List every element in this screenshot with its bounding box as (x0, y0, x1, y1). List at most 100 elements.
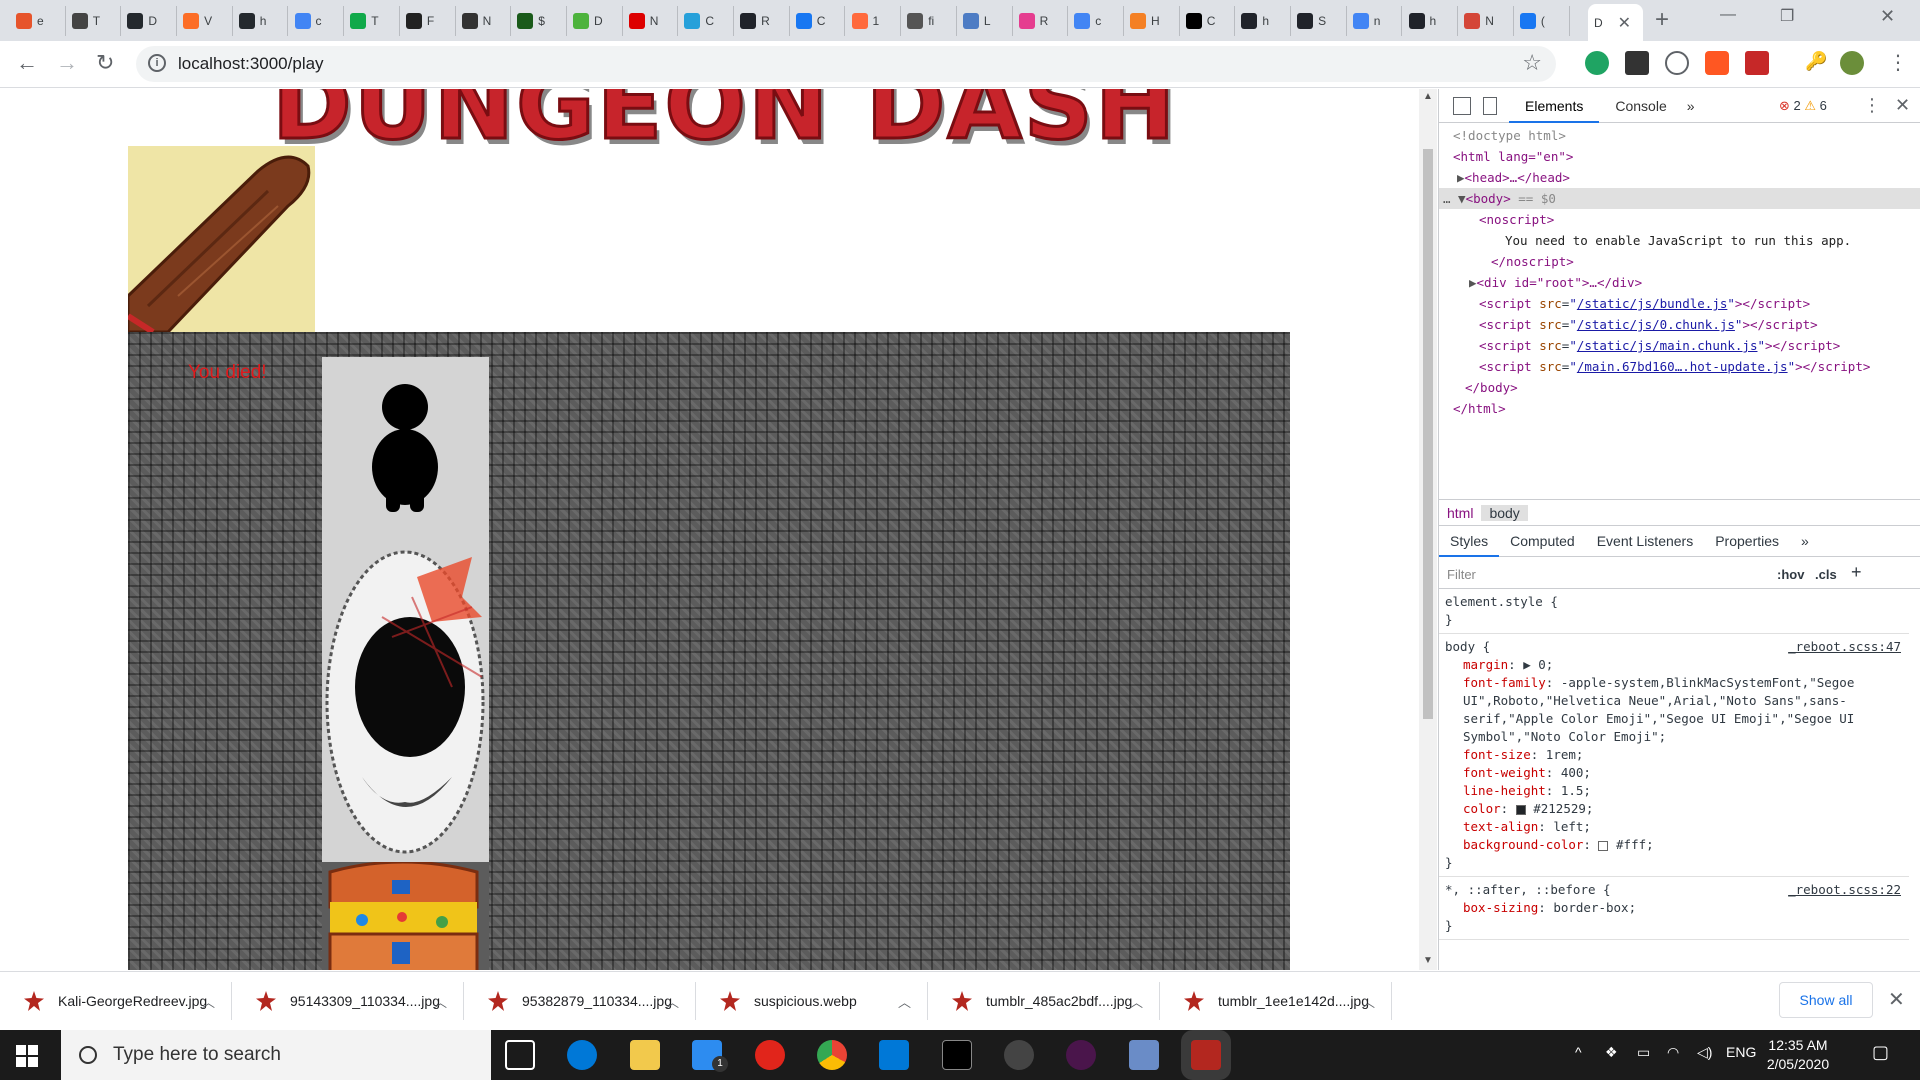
download-item[interactable]: tumblr_485ac2bdf....jpg ︿ (928, 982, 1160, 1020)
extension-icon[interactable] (1745, 51, 1769, 75)
browser-tab[interactable]: e (10, 6, 66, 36)
css-property[interactable]: color: #212529; (1445, 800, 1903, 818)
inspect-icon[interactable] (1453, 96, 1471, 115)
browser-tab[interactable]: D (567, 6, 623, 36)
browser-tab[interactable]: C (790, 6, 846, 36)
dom-row[interactable]: ▶<div id="root">…</div> (1439, 272, 1920, 293)
address-bar[interactable]: i localhost:3000/play ☆ (136, 46, 1556, 82)
browser-tab[interactable]: N (1458, 6, 1514, 36)
browser-tab[interactable]: c (289, 6, 345, 36)
downloads-close-icon[interactable]: ✕ (1888, 987, 1905, 1012)
script-src-link[interactable]: /static/js/bundle.js (1577, 296, 1728, 311)
css-property[interactable]: background-color: #fff; (1445, 836, 1903, 854)
browser-tab[interactable]: V (177, 6, 233, 36)
slack-icon[interactable] (1066, 1040, 1096, 1070)
filter-input[interactable]: Filter (1447, 567, 1476, 582)
dropbox-icon[interactable]: ❖ (1605, 1044, 1618, 1061)
browser-tab[interactable]: R (734, 6, 790, 36)
dom-row[interactable]: <noscript> (1439, 209, 1920, 230)
rule-element-style[interactable]: element.style { } (1439, 589, 1909, 634)
script-src-link[interactable]: /main.67bd160….hot-update.js (1577, 359, 1788, 374)
browser-tab[interactable]: R (1013, 6, 1069, 36)
extension-icon[interactable] (1585, 51, 1609, 75)
dom-row[interactable]: You need to enable JavaScript to run thi… (1439, 230, 1920, 251)
rule-body[interactable]: body { _reboot.scss:47 margin: ▶ 0; font-… (1439, 634, 1909, 877)
tab-event-listeners[interactable]: Event Listeners (1586, 525, 1705, 557)
css-property[interactable]: line-height: 1.5; (1445, 782, 1903, 800)
opera-icon[interactable] (755, 1040, 785, 1070)
player-tile[interactable] (322, 357, 489, 537)
dom-row[interactable]: <script src="/static/js/0.chunk.js"></sc… (1439, 314, 1920, 335)
language-indicator[interactable]: ENG (1726, 1044, 1756, 1060)
more-tabs-icon[interactable]: » (1683, 89, 1699, 123)
app-s-icon[interactable] (1004, 1040, 1034, 1070)
notifications-icon[interactable]: ▢ (1872, 1042, 1889, 1063)
css-property[interactable]: font-weight: 400; (1445, 764, 1903, 782)
tab-active[interactable]: D ✕ (1588, 4, 1643, 41)
dom-row-selected[interactable]: … ▼<body> == $0 (1439, 188, 1920, 209)
color-swatch[interactable] (1515, 804, 1526, 815)
tab-computed[interactable]: Computed (1499, 525, 1586, 557)
wifi-icon[interactable]: ◠ (1667, 1044, 1679, 1061)
browser-menu-icon[interactable]: ⋮ (1888, 50, 1908, 75)
browser-tab[interactable]: h (1235, 6, 1292, 36)
dom-row[interactable]: ▶<head>…</head> (1439, 167, 1920, 188)
new-tab-button[interactable]: + (1655, 8, 1669, 32)
file-explorer-icon[interactable] (630, 1040, 660, 1070)
script-src-link[interactable]: /static/js/main.chunk.js (1577, 338, 1758, 353)
dom-row[interactable]: <script src="/static/js/main.chunk.js"><… (1439, 335, 1920, 356)
dom-row[interactable]: </html> (1439, 398, 1920, 419)
css-property[interactable]: text-align: left; (1445, 818, 1903, 836)
back-button[interactable]: ← (16, 51, 38, 75)
scroll-down-icon[interactable]: ▼ (1423, 955, 1433, 966)
task-view-icon[interactable] (505, 1040, 535, 1070)
chevron-up-icon[interactable]: ︿ (1130, 992, 1143, 1011)
browser-tab[interactable]: H (1124, 6, 1180, 36)
browser-tab[interactable]: h (233, 6, 289, 36)
tab-styles[interactable]: Styles (1439, 525, 1500, 557)
monster-tile[interactable] (322, 537, 489, 862)
browser-tab[interactable]: C (678, 6, 735, 36)
minimize-icon[interactable]: — (1720, 6, 1736, 24)
dom-row[interactable]: <script src="/static/js/bundle.js"></scr… (1439, 293, 1920, 314)
dom-row[interactable]: <html lang="en"> (1439, 146, 1920, 167)
tab-properties[interactable]: Properties (1704, 525, 1790, 557)
chrome-icon[interactable] (817, 1040, 847, 1070)
browser-tab[interactable]: N (456, 6, 512, 36)
browser-tab[interactable]: c (1068, 6, 1124, 36)
breadcrumb-html[interactable]: html (1439, 505, 1481, 521)
dom-row[interactable]: <script src="/main.67bd160….hot-update.j… (1439, 356, 1920, 377)
scroll-up-icon[interactable]: ▲ (1423, 91, 1433, 102)
more-tabs-icon[interactable]: » (1790, 525, 1820, 557)
chevron-up-icon[interactable]: ︿ (1362, 992, 1375, 1011)
css-property[interactable]: font-family: -apple-system,BlinkMacSyste… (1445, 674, 1903, 746)
page-scrollbar[interactable]: ▲ ▼ (1419, 89, 1437, 970)
bookmark-star-icon[interactable]: ☆ (1522, 50, 1542, 76)
start-button[interactable] (16, 1045, 38, 1067)
color-swatch[interactable] (1598, 840, 1609, 851)
forward-button[interactable]: → (56, 51, 78, 75)
browser-tab[interactable]: F (400, 6, 456, 36)
expand-triangle-icon[interactable]: ▶ (1457, 170, 1465, 185)
avatar[interactable] (1840, 51, 1864, 75)
hov-toggle[interactable]: :hov (1777, 567, 1804, 582)
clock[interactable]: 12:35 AM 2/05/2020 (1758, 1036, 1838, 1074)
site-info-icon[interactable]: i (148, 54, 166, 72)
chevron-up-icon[interactable]: ︿ (202, 992, 215, 1011)
tab-elements[interactable]: Elements (1509, 89, 1600, 123)
extension-icon[interactable] (1665, 51, 1689, 75)
volume-icon[interactable]: ◁) (1697, 1044, 1712, 1061)
cls-toggle[interactable]: .cls (1815, 567, 1837, 582)
chevron-up-icon[interactable]: ︿ (434, 992, 447, 1011)
browser-tab[interactable]: L (957, 6, 1013, 36)
browser-tab[interactable]: fi (901, 6, 957, 36)
chevron-up-icon[interactable]: ︿ (898, 992, 911, 1011)
browser-tab[interactable]: h (1403, 6, 1459, 36)
rule-universal[interactable]: *, ::after, ::before { _reboot.scss:22 b… (1439, 877, 1909, 940)
tab-close-icon[interactable]: ✕ (1618, 13, 1631, 33)
download-item[interactable]: 95143309_110334....jpg ︿ (232, 982, 464, 1020)
devtools-menu-icon[interactable]: ⋮ (1863, 95, 1881, 116)
css-property[interactable]: font-size: 1rem; (1445, 746, 1903, 764)
browser-tab[interactable]: C (1180, 6, 1236, 36)
new-rule-icon[interactable]: + (1851, 562, 1862, 583)
